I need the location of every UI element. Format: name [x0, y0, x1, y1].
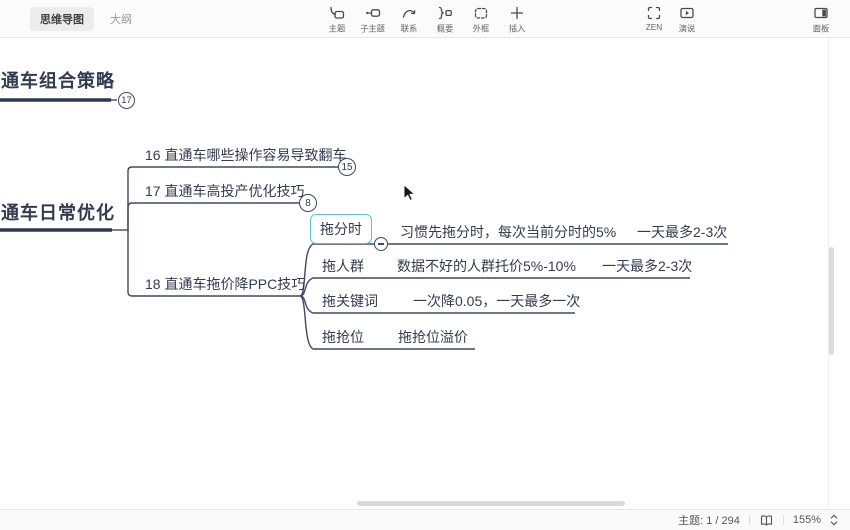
overview-button[interactable]: [759, 513, 774, 528]
tool-pitch-label: 演说: [679, 23, 696, 35]
insert-plus-icon: [509, 5, 525, 21]
relation-icon: [401, 5, 417, 21]
vertical-scrollbar-thumb[interactable]: [829, 247, 834, 355]
topic-icon: [329, 5, 345, 21]
tool-topic-label: 主题: [329, 23, 346, 35]
child-node-drag-position[interactable]: 拖抢位: [322, 327, 364, 347]
tool-panel[interactable]: 面板: [806, 5, 836, 35]
child-node-drag-keywords[interactable]: 拖关键词: [322, 291, 378, 311]
tool-summary[interactable]: 概要: [430, 5, 460, 35]
zoom-level: 155%: [793, 514, 821, 526]
presentation-play-icon: [679, 5, 695, 21]
tool-insert-label: 插入: [509, 23, 526, 35]
collapse-button[interactable]: [374, 237, 388, 251]
tool-boundary[interactable]: 外框: [466, 5, 496, 35]
detail-node[interactable]: 一次降0.05，一天最多一次: [413, 291, 580, 311]
detail-node[interactable]: 数据不好的人群托价5%-10%: [397, 256, 576, 276]
tool-relation-label: 联系: [401, 23, 418, 35]
summary-icon: [437, 5, 453, 21]
branch-node-16[interactable]: 16 直通车哪些操作容易导致翻车: [145, 145, 346, 165]
main-topic-combo-strategy[interactable]: 通车组合策略: [1, 67, 115, 93]
separator: [783, 515, 784, 525]
branch-node-18[interactable]: 18 直通车拖价降PPC技巧: [145, 274, 305, 294]
child-node-drag-audience[interactable]: 拖人群: [322, 256, 364, 276]
detail-node[interactable]: 一天最多2-3次: [602, 256, 692, 276]
mode-tools: ZEN 演说: [639, 5, 702, 35]
topic-counter: 主题: 1 / 294: [678, 512, 740, 528]
edit-tools: 主题 子主题 联系 概要: [322, 5, 532, 35]
detail-node[interactable]: 一天最多2-3次: [637, 222, 727, 242]
collapse-badge[interactable]: 8: [299, 194, 317, 212]
mindmap-canvas[interactable]: 通车组合策略 17 通车日常优化 16 直通车哪些操作容易导致翻车 15 17 …: [0, 38, 850, 509]
boundary-icon: [473, 5, 489, 21]
side-panel-icon: [813, 5, 829, 21]
tool-summary-label: 概要: [437, 23, 454, 35]
detail-node[interactable]: 习惯先拖分时，每次当前分时的5%: [400, 222, 616, 242]
tool-subtopic-label: 子主题: [361, 23, 386, 35]
status-bar: 主题: 1 / 294 155%: [0, 509, 850, 530]
zoom-stepper[interactable]: [830, 513, 838, 527]
main-topic-daily-optimization[interactable]: 通车日常优化: [1, 199, 115, 225]
horizontal-scrollbar-thumb[interactable]: [357, 501, 625, 506]
zen-fullscreen-icon: [646, 5, 662, 21]
tool-topic[interactable]: 主题: [322, 5, 352, 35]
detail-node[interactable]: 拖抢位溢价: [398, 327, 468, 347]
tab-outline[interactable]: 大纲: [110, 11, 132, 27]
selected-node-drag-dayparting[interactable]: 拖分时: [310, 214, 372, 244]
minus-icon: [378, 243, 384, 244]
view-tabs: 思维导图 大纲: [30, 0, 132, 38]
zoom-stepper-icon: [830, 513, 838, 527]
collapse-badge[interactable]: 15: [338, 158, 356, 176]
tool-subtopic[interactable]: 子主题: [358, 5, 388, 35]
branch-node-17[interactable]: 17 直通车高投产优化技巧: [145, 181, 304, 201]
tool-insert[interactable]: 插入: [502, 5, 532, 35]
separator: [749, 515, 750, 525]
tool-zen[interactable]: ZEN: [639, 5, 669, 35]
collapse-badge[interactable]: 17: [118, 92, 135, 109]
tool-pitch[interactable]: 演说: [672, 5, 702, 35]
subtopic-icon: [365, 5, 381, 21]
book-overview-icon: [759, 513, 774, 528]
top-toolbar: 思维导图 大纲 主题 子主题 联系: [0, 0, 850, 38]
tab-mindmap[interactable]: 思维导图: [30, 7, 94, 31]
tool-relation[interactable]: 联系: [394, 5, 424, 35]
tool-zen-label: ZEN: [646, 22, 663, 31]
mouse-cursor: [403, 184, 416, 202]
tool-boundary-label: 外框: [473, 23, 490, 35]
tool-panel-label: 面板: [813, 23, 830, 35]
